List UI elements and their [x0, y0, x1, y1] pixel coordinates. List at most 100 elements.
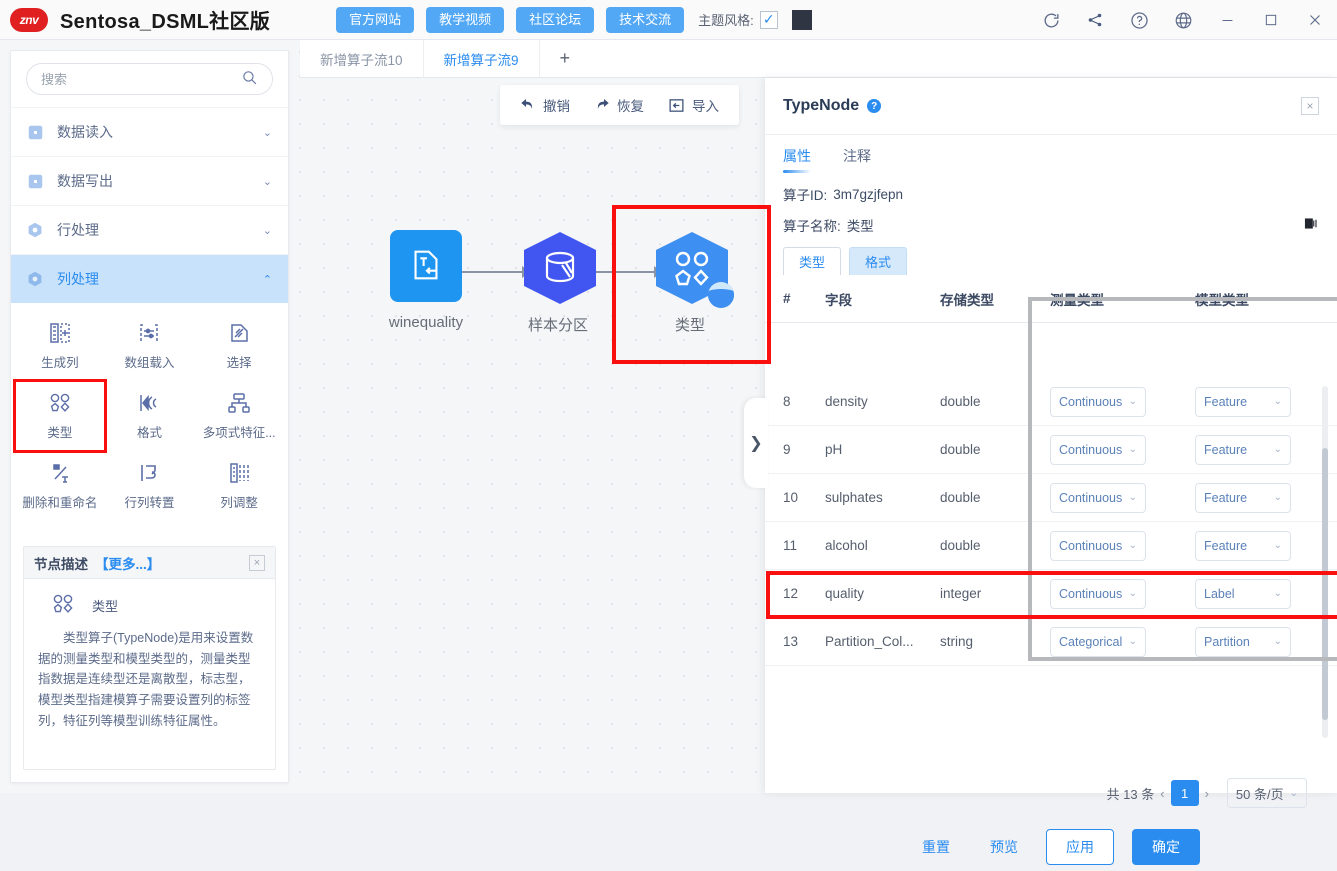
flow-tab-1[interactable]: 新增算子流9	[424, 39, 540, 78]
field-type-table[interactable]: ⌄ ⌄ 8 density double Continuous ⌄ Feature…	[765, 378, 1337, 746]
hex-dot-icon	[27, 222, 43, 238]
search-box[interactable]	[26, 63, 273, 95]
sidebar-category-column-processing[interactable]: 列处理 ⌃	[11, 254, 288, 303]
community-forum-button[interactable]: 社区论坛	[516, 6, 595, 33]
table-scrollbar-track[interactable]	[1322, 386, 1328, 738]
operator-array-load[interactable]: 数组载入	[105, 311, 195, 381]
pagination-total: 共 13 条	[1106, 786, 1155, 802]
tab-properties[interactable]: 属性	[783, 135, 811, 177]
cell-model: Feature ⌄	[1195, 434, 1325, 465]
confirm-button[interactable]: 确定	[1132, 829, 1200, 865]
close-icon[interactable]: ×	[249, 554, 265, 571]
model-type-select[interactable]: Feature ⌄	[1195, 482, 1291, 513]
subtab-format[interactable]: 格式	[849, 247, 907, 275]
sidebar-category-data-read[interactable]: 数据读入 ⌄	[11, 107, 288, 156]
measure-type-select[interactable]: Continuous ⌄	[1050, 386, 1146, 417]
chevron-down-icon: ⌄	[1273, 396, 1282, 407]
sidebar-category-row-processing[interactable]: 行处理 ⌄	[11, 205, 288, 254]
square-dot-icon	[27, 173, 43, 189]
help-icon[interactable]	[1117, 0, 1161, 40]
measure-type-select[interactable]: Continuous ⌄	[1050, 530, 1146, 561]
close-icon[interactable]: ×	[1301, 97, 1319, 115]
measure-type-select[interactable]: Categorical ⌄	[1050, 626, 1146, 657]
chevron-down-icon: ⌄	[1273, 444, 1282, 455]
node-description-panel: 节点描述 【更多...】 × 类型 类型算子(TypeNode)是用来设置数据的…	[23, 546, 276, 770]
share-nodes-icon[interactable]	[1073, 0, 1117, 40]
operator-transpose[interactable]: 行列转置	[105, 451, 195, 521]
nav-button-group: 官方网站 教学视频 社区论坛 技术交流 主题风格: ✓	[336, 6, 812, 33]
chevron-down-icon: ⌄	[262, 126, 272, 139]
pagination-prev-button[interactable]: ‹	[1160, 786, 1164, 801]
transpose-icon	[137, 461, 161, 485]
operator-format[interactable]: 格式	[105, 381, 195, 451]
reset-button[interactable]: 重置	[922, 837, 950, 857]
panel-subtabs: 类型 格式	[765, 239, 1337, 275]
operator-column-adjust[interactable]: 列调整	[194, 451, 284, 521]
minimize-icon[interactable]	[1205, 0, 1249, 40]
undo-button[interactable]: 撤销	[508, 95, 582, 115]
flow-tab-0[interactable]: 新增算子流10	[300, 39, 424, 78]
table-row[interactable]: 9 pH double Continuous ⌄ Feature ⌄	[765, 426, 1337, 474]
maximize-icon[interactable]	[1249, 0, 1293, 40]
measure-type-value: Continuous	[1059, 490, 1123, 505]
operator-label: 删除和重命名	[22, 496, 98, 510]
measure-type-select[interactable]: Continuous ⌄	[1050, 482, 1146, 513]
copy-icon[interactable]	[1304, 216, 1319, 235]
help-icon[interactable]: ?	[867, 99, 882, 113]
table-row[interactable]: 11 alcohol double Continuous ⌄ Feature ⌄	[765, 522, 1337, 570]
official-site-button[interactable]: 官方网站	[336, 6, 415, 33]
model-type-select[interactable]: Feature ⌄	[1195, 434, 1291, 465]
column-header-index: #	[783, 291, 791, 306]
preview-button[interactable]: 预览	[990, 837, 1018, 857]
cell-index: 13	[783, 634, 799, 649]
search-input[interactable]	[41, 71, 241, 87]
globe-icon[interactable]	[1161, 0, 1205, 40]
redo-button[interactable]: 恢复	[582, 95, 656, 115]
operator-polynomial-feature[interactable]: 多项式特征...	[194, 381, 284, 451]
table-row-highlighted[interactable]: 12 quality integer Continuous ⌄ Label ⌄	[765, 570, 1337, 618]
theme-color-swatch[interactable]	[791, 9, 812, 30]
flow-node-winequality[interactable]: winequality	[366, 230, 486, 331]
model-type-select[interactable]: Feature ⌄	[1195, 530, 1291, 561]
measure-type-select[interactable]: Continuous ⌄	[1050, 578, 1146, 609]
node-shape-square	[388, 230, 464, 306]
refresh-icon[interactable]	[1029, 0, 1073, 40]
pagination-next-button[interactable]: ›	[1205, 786, 1209, 801]
model-type-select[interactable]: Partition ⌄	[1195, 626, 1291, 657]
operator-type[interactable]: 类型	[13, 379, 107, 453]
panel-collapse-handle[interactable]: ❯	[744, 398, 768, 488]
theme-checkbox[interactable]: ✓	[759, 10, 778, 29]
app-title: Sentosa_DSML社区版	[60, 11, 271, 33]
node-description-more-link[interactable]: 【更多...】	[95, 553, 160, 573]
measure-type-select[interactable]: Continuous ⌄	[1050, 434, 1146, 465]
table-row[interactable]: 10 sulphates double Continuous ⌄ Feature ⌄	[765, 474, 1337, 522]
flow-node-sample-partition[interactable]: 样本分区	[498, 230, 618, 335]
close-icon[interactable]	[1293, 0, 1337, 40]
sidebar-category-data-write[interactable]: 数据写出 ⌄	[11, 156, 288, 205]
sidebar-category-label: 行处理	[57, 222, 99, 238]
redo-label: 恢复	[617, 99, 644, 114]
table-row[interactable]: 13 Partition_Col... string Categorical ⌄ …	[765, 618, 1337, 666]
redo-icon	[594, 97, 610, 113]
operator-select[interactable]: 选择	[194, 311, 284, 381]
model-type-select[interactable]: Feature ⌄	[1195, 386, 1291, 417]
flow-node-type[interactable]: 类型	[630, 230, 750, 335]
tab-annotation[interactable]: 注释	[843, 135, 871, 177]
tech-exchange-button[interactable]: 技术交流	[606, 6, 685, 33]
tutorial-video-button[interactable]: 教学视频	[426, 6, 505, 33]
cell-field: quality	[825, 586, 865, 601]
operator-delete-rename[interactable]: 删除和重命名	[15, 451, 105, 521]
page-size-select[interactable]: 50 条/页 ⌄	[1226, 778, 1307, 808]
import-button[interactable]: 导入	[656, 95, 731, 115]
table-scrollbar-thumb[interactable]	[1322, 448, 1328, 720]
pagination-page-1[interactable]: 1	[1170, 780, 1199, 806]
node-shape-hex	[520, 230, 596, 306]
table-row[interactable]: 8 density double Continuous ⌄ Feature ⌄	[765, 378, 1337, 426]
model-type-select[interactable]: Label ⌄	[1195, 578, 1291, 609]
node-description-header: 节点描述 【更多...】 ×	[24, 547, 275, 579]
subtab-type[interactable]: 类型	[783, 247, 841, 275]
apply-button[interactable]: 应用	[1046, 829, 1114, 865]
operator-sidebar: 数据读入 ⌄ 数据写出 ⌄ 行处理 ⌄ 列处理 ⌃ 生成列	[10, 50, 289, 783]
add-flow-tab-button[interactable]: +	[540, 40, 591, 78]
operator-generate-column[interactable]: 生成列	[15, 311, 105, 381]
